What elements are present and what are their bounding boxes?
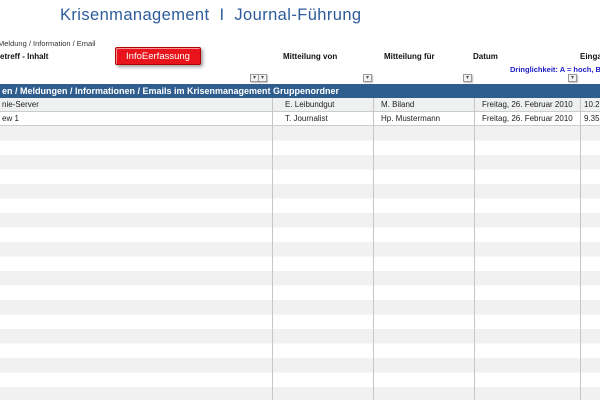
dropdown-arrow-icon: ▾ <box>571 75 574 81</box>
column-gridline <box>272 98 273 400</box>
doc-type-label: Meldung / Information / Email <box>0 39 96 48</box>
journal-spreadsheet: Krisenmanagement I Journal-Führung Meldu… <box>0 0 600 400</box>
column-header-eingang: Eingang <box>580 52 600 61</box>
column-header-mitteilung-fuer: Mitteilung für <box>384 52 435 61</box>
autofilter-button[interactable]: ▾ <box>568 74 577 82</box>
cell-eingang: 10.25 <box>584 98 600 111</box>
urgency-legend: Dringlichkeit: A = hoch, B = <box>510 65 600 74</box>
cell-mitteilung-von: T. Journalist <box>285 112 328 125</box>
cell-datum: Freitag, 26. Februar 2010 <box>482 98 573 111</box>
autofilter-button[interactable]: ▾ <box>258 74 267 82</box>
dropdown-arrow-icon: ▾ <box>366 75 369 81</box>
dropdown-arrow-icon: ▾ <box>466 75 469 81</box>
cell-mitteilung-fuer: Hp. Mustermann <box>381 112 440 125</box>
cell-betreff: ew 1 <box>2 112 19 125</box>
cell-mitteilung-von: E. Leibundgut <box>285 98 334 111</box>
group-header-bar: en / Meldungen / Informationen / Emails … <box>0 84 600 98</box>
page-title: Krisenmanagement I Journal-Führung <box>60 6 361 25</box>
cell-datum: Freitag, 26. Februar 2010 <box>482 112 573 125</box>
dropdown-arrow-icon: ▾ <box>253 75 256 81</box>
empty-row-stripes <box>0 126 600 400</box>
column-gridline <box>373 98 374 400</box>
table-row[interactable]: ew 1 T. Journalist Hp. Mustermann Freita… <box>0 112 600 126</box>
info-erfassung-button[interactable]: InfoEerfassung <box>115 47 201 65</box>
subject-column-header: etreff - Inhalt <box>0 52 48 61</box>
column-gridline <box>580 98 581 400</box>
group-header-label: en / Meldungen / Informationen / Emails … <box>0 86 339 96</box>
autofilter-button[interactable]: ▾ <box>463 74 472 82</box>
dropdown-arrow-icon: ▾ <box>261 75 264 81</box>
table-row[interactable]: nie-Server E. Leibundgut M. Biland Freit… <box>0 98 600 112</box>
column-header-datum: Datum <box>473 52 498 61</box>
autofilter-button[interactable]: ▾ <box>363 74 372 82</box>
cell-betreff: nie-Server <box>2 98 39 111</box>
column-gridline <box>474 98 475 400</box>
cell-mitteilung-fuer: M. Biland <box>381 98 414 111</box>
column-header-mitteilung-von: Mitteilung von <box>283 52 337 61</box>
cell-eingang: 9.35 <box>584 112 600 125</box>
